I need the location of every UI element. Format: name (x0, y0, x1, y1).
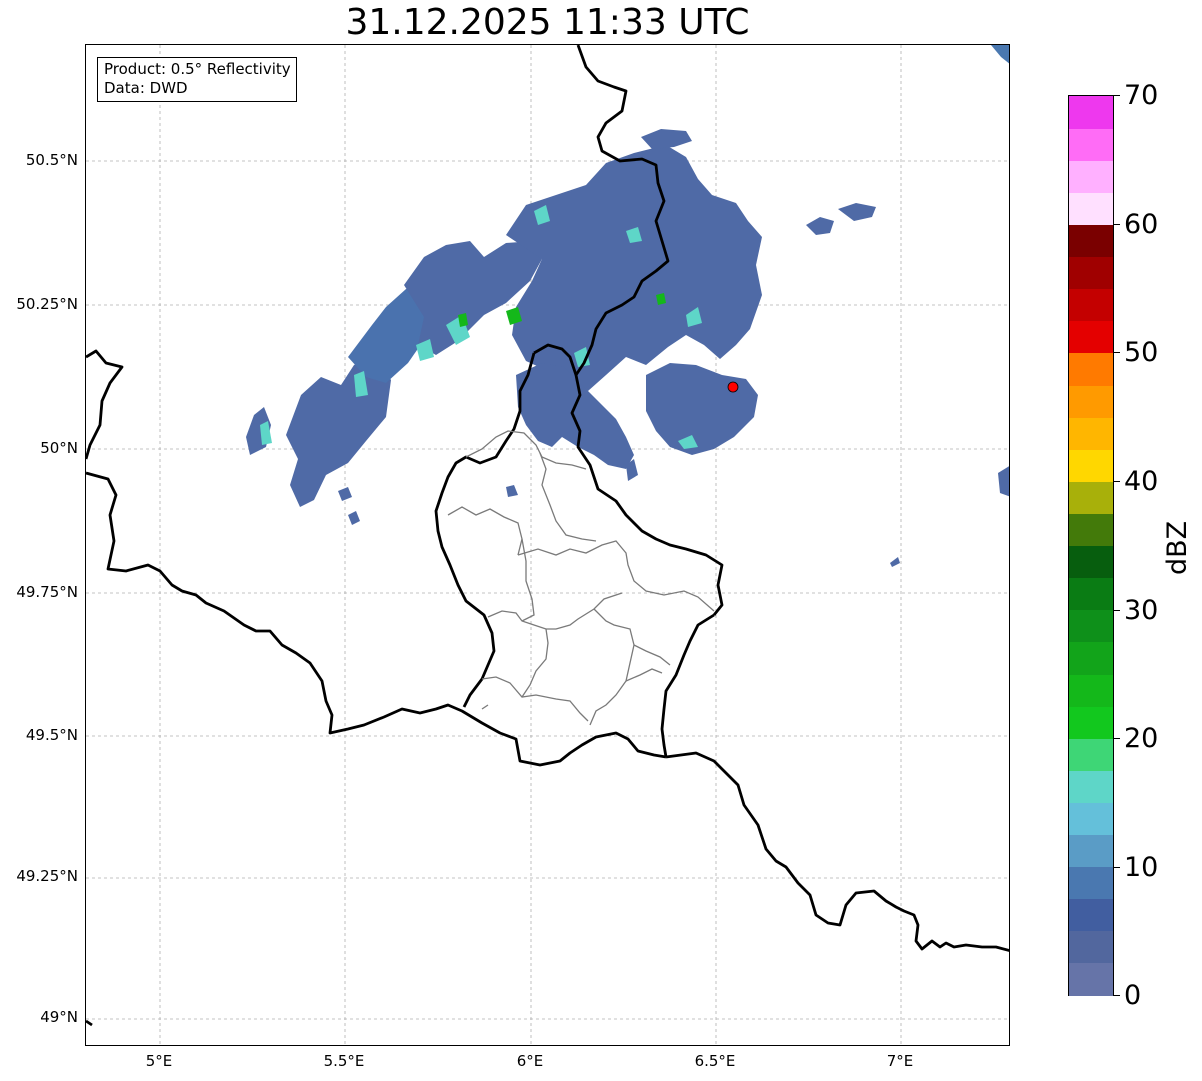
echo-cluster-sw-dots (338, 459, 638, 525)
colorbar-tick-label: 50 (1124, 337, 1159, 368)
colorbar-segment (1069, 673, 1113, 707)
precipitation-echoes (246, 45, 1009, 567)
colorbar-tick-label: 70 (1124, 80, 1159, 111)
colorbar-segment (1069, 224, 1113, 258)
border-west-edge (86, 1019, 93, 1027)
lat-label: 49°N (40, 1008, 78, 1026)
colorbar-tick-label: 30 (1124, 595, 1159, 626)
echo-cluster-ne-2 (838, 203, 876, 221)
colorbar-segment (1069, 545, 1113, 579)
data-source-label: Data: DWD (104, 79, 188, 97)
echo-edge-ne (991, 45, 1009, 64)
colorbar-segment (1069, 384, 1113, 418)
colorbar-tick-label: 0 (1124, 980, 1142, 1011)
page-title: 31.12.2025 11:33 UTC (345, 2, 750, 43)
lon-label: 7°E (886, 1052, 914, 1070)
colorbar-tick-label: 10 (1124, 852, 1159, 883)
colorbar-tick (1114, 867, 1120, 868)
lon-label: 5.5°E (323, 1052, 365, 1070)
colorbar-tick (1114, 738, 1120, 739)
colorbar-segment (1069, 513, 1113, 547)
product-info-box: Product: 0.5° Reflectivity Data: DWD (97, 57, 297, 102)
echo-cluster-central (516, 363, 634, 469)
radar-site-marker (727, 381, 739, 393)
colorbar-tick-label: 20 (1124, 723, 1159, 754)
lat-label: 50.5°N (25, 151, 78, 169)
colorbar-segment (1069, 417, 1113, 450)
colorbar-segment (1069, 320, 1113, 354)
radar-map (86, 45, 1009, 1045)
colorbar-segment (1069, 898, 1113, 932)
lat-label: 49.5°N (25, 726, 78, 744)
colorbar-segment (1069, 96, 1113, 129)
product-label: Product: 0.5° Reflectivity (104, 60, 291, 78)
colorbar-tick-label: 60 (1124, 209, 1159, 240)
colorbar-segment (1069, 641, 1113, 675)
lat-label: 50°N (40, 439, 78, 457)
map-panel[interactable] (85, 44, 1010, 1046)
colorbar-segment (1069, 352, 1113, 386)
colorbar-tick (1114, 481, 1120, 482)
lat-label: 49.75°N (16, 583, 78, 601)
colorbar-segment (1069, 449, 1113, 482)
colorbar-segment (1069, 288, 1113, 322)
echo-edge-east (998, 466, 1009, 497)
border-fr-de (665, 751, 1009, 952)
colorbar-segment (1069, 962, 1113, 996)
lon-label: 6.5°E (694, 1052, 736, 1070)
echo-cluster-ne (806, 217, 834, 235)
lat-label: 49.25°N (16, 867, 78, 885)
colorbar-tick (1114, 995, 1120, 996)
colorbar-segment (1069, 770, 1113, 803)
colorbar-tick (1114, 224, 1120, 225)
colorbar-segment (1069, 706, 1113, 739)
colorbar-segment (1069, 609, 1113, 643)
colorbar-segment (1069, 738, 1113, 771)
echo-cluster-east (646, 363, 758, 455)
colorbar-tick-label: 40 (1124, 466, 1159, 497)
colorbar (1068, 95, 1114, 996)
gridlines (86, 45, 1009, 1045)
lon-label: 5°E (145, 1052, 173, 1070)
colorbar-tick (1114, 95, 1120, 96)
border-be-fr (86, 349, 124, 460)
colorbar-segment (1069, 481, 1113, 514)
lat-label: 50.25°N (16, 295, 78, 313)
colorbar-segment (1069, 866, 1113, 900)
colorbar-label: dBZ (1162, 520, 1193, 575)
colorbar-segment (1069, 930, 1113, 964)
echo-dot-east (890, 557, 900, 567)
colorbar-segment (1069, 802, 1113, 836)
echo-cluster-north-2 (506, 145, 762, 391)
lon-label: 6°E (516, 1052, 544, 1070)
colorbar-segment (1069, 192, 1113, 226)
colorbar-tick (1114, 352, 1120, 353)
colorbar-segment (1069, 256, 1113, 290)
colorbar-segment (1069, 160, 1113, 193)
colorbar-segment (1069, 577, 1113, 611)
colorbar-tick (1114, 610, 1120, 611)
colorbar-segment (1069, 128, 1113, 161)
colorbar-segment (1069, 834, 1113, 868)
echo-cluster-north-3 (641, 129, 692, 149)
admin-borders (447, 430, 715, 726)
